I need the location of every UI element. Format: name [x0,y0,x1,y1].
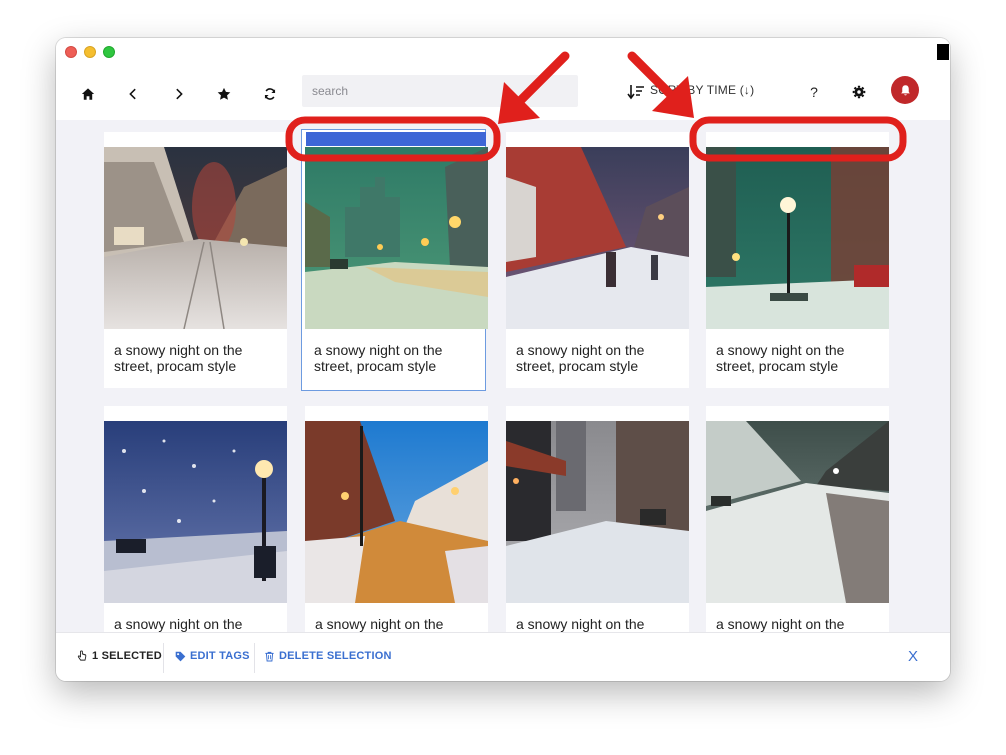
back-button[interactable] [119,80,147,108]
app-window: SORT BY TIME (↓) ? [56,38,950,681]
snowy-street-photo [506,421,689,603]
toolbar: SORT BY TIME (↓) ? [56,66,950,120]
screenshot-stage: SORT BY TIME (↓) ? [0,0,1006,755]
image-caption: a snowy night on the street, procam styl… [114,342,243,374]
forward-button[interactable] [165,80,193,108]
home-button[interactable] [74,80,102,108]
image-thumbnail[interactable] [305,421,488,603]
image-caption: a snowy night on the [516,616,645,632]
chevron-left-icon [129,88,136,100]
image-card-selected[interactable]: a snowy night on the street, procam styl… [301,129,488,391]
snowy-street-photo [506,147,689,329]
hand-pointer-icon [77,650,87,661]
trash-icon [265,651,274,661]
image-caption: a snowy night on the [716,616,845,632]
image-thumbnail[interactable] [706,147,889,329]
image-thumbnail[interactable] [506,147,689,329]
selection-action-bar: 1 SELECTED EDIT TAGS DELETE SELECTION X [56,632,950,681]
image-caption: a snowy night on the [114,616,243,632]
image-thumbnail[interactable] [706,421,889,603]
selection-count-label: 1 SELECTED [92,650,162,662]
image-grid: a snowy night on the street, procam styl… [56,120,950,632]
edit-tags-label: EDIT TAGS [190,650,250,662]
sort-button[interactable] [626,80,646,104]
search-input[interactable] [302,75,578,107]
favorites-button[interactable] [210,80,238,108]
delete-selection-label: DELETE SELECTION [279,650,392,662]
sort-label[interactable]: SORT BY TIME (↓) [650,83,754,97]
snowy-street-photo [305,421,488,603]
sort-icon [627,85,644,100]
image-caption: a snowy night on the street, procam styl… [716,342,845,374]
image-caption: a snowy night on the street, procam styl… [314,342,443,374]
selection-indicator [306,132,486,146]
corner-block [937,44,949,60]
snowy-street-photo [104,147,287,329]
image-card[interactable]: a snowy night on the street, procam styl… [506,132,689,388]
refresh-button[interactable] [256,80,284,108]
gear-icon [852,85,866,99]
image-thumbnail[interactable] [305,147,488,329]
edit-tags-button[interactable]: EDIT TAGS [175,650,250,662]
image-card[interactable]: a snowy night on the [706,406,889,632]
image-card[interactable]: a snowy night on the [506,406,689,632]
selection-count: 1 SELECTED [76,650,162,662]
chevron-right-icon [176,88,183,100]
snowy-street-photo [104,421,287,603]
tag-icon [175,651,186,661]
star-icon [217,87,231,100]
image-thumbnail[interactable] [104,147,287,329]
image-card[interactable]: a snowy night on the [104,406,287,632]
snowy-street-photo [305,147,488,329]
image-caption: a snowy night on the street, procam styl… [516,342,645,374]
divider [163,643,164,673]
close-window-button[interactable] [65,46,77,58]
image-card[interactable]: a snowy night on the street, procam styl… [706,132,889,388]
settings-button[interactable] [847,80,871,104]
image-thumbnail[interactable] [506,421,689,603]
zoom-window-button[interactable] [103,46,115,58]
notifications-button[interactable] [891,76,919,104]
delete-selection-button[interactable]: DELETE SELECTION [264,650,392,662]
image-card[interactable]: a snowy night on the street, procam styl… [104,132,287,388]
snowy-street-photo [706,147,889,329]
snowy-street-photo [706,421,889,603]
refresh-icon [264,88,276,100]
clear-selection-button[interactable]: X [908,648,918,665]
image-card[interactable]: a snowy night on the [305,406,488,632]
help-button[interactable]: ? [802,80,826,104]
divider [254,643,255,673]
minimize-window-button[interactable] [84,46,96,58]
home-icon [81,88,95,100]
bell-icon [900,84,910,95]
title-bar [56,38,950,66]
image-caption: a snowy night on the [315,616,444,632]
image-thumbnail[interactable] [104,421,287,603]
